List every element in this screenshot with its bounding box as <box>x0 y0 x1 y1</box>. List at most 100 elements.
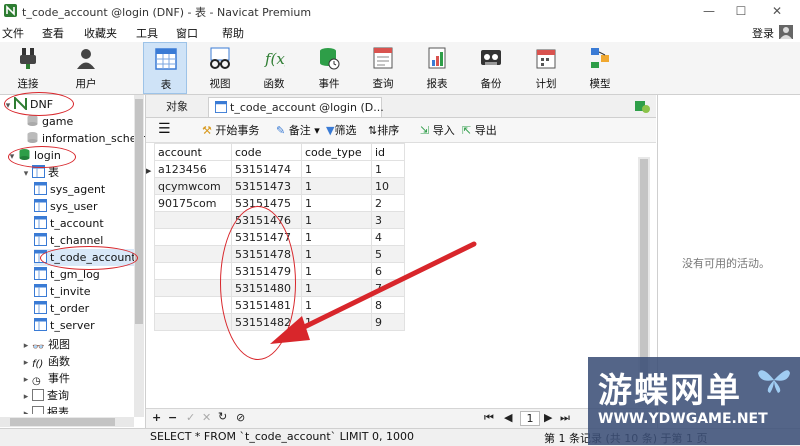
refresh-icon[interactable]: ↻ <box>218 410 227 423</box>
connect-button[interactable]: 连接 <box>6 42 50 94</box>
menu-hamburger-icon[interactable]: ☰ <box>158 121 171 137</box>
table-button[interactable]: 表 <box>143 42 187 94</box>
cell-account[interactable] <box>154 211 232 229</box>
cell-account[interactable] <box>154 313 232 331</box>
transaction-icon: ⚒ <box>202 124 212 137</box>
event-label: 事件 <box>318 78 340 90</box>
column-header-id[interactable]: id <box>371 143 405 161</box>
report-icon <box>428 47 446 69</box>
export-button[interactable]: ⇱ 导出 <box>462 122 497 138</box>
tree-group-views[interactable]: ▸ 👓 视图 <box>20 336 70 353</box>
collapse-icon[interactable]: ▾ <box>20 166 32 183</box>
begin-transaction-button[interactable]: ⚒ 开始事务 <box>202 122 259 138</box>
cell-account[interactable]: qcymwcom <box>154 177 232 195</box>
user-button[interactable]: 用户 <box>64 42 108 94</box>
tab-t-code-account[interactable]: t_code_account @login (D... <box>208 97 384 117</box>
cell-code-type[interactable]: 1 <box>301 211 372 229</box>
tree-group-reports[interactable]: ▸ 报表 <box>20 404 69 414</box>
tree-db-information-schema[interactable]: information_schema <box>14 130 145 147</box>
import-button[interactable]: ⇲ 导入 <box>420 122 455 138</box>
discard-icon[interactable]: ✕ <box>202 411 211 424</box>
tree-table-t-account[interactable]: t_account <box>34 215 104 232</box>
column-header-code-type[interactable]: code_type <box>301 143 372 161</box>
close-button[interactable]: ✕ <box>764 2 790 20</box>
login-link[interactable]: 登录 <box>752 25 774 41</box>
cell-code[interactable]: 53151474 <box>231 160 302 178</box>
stop-icon[interactable]: ⊘ <box>236 411 245 424</box>
tab-objects[interactable]: 对象 <box>160 97 194 116</box>
memo-button[interactable]: ✎ 备注 ▾ <box>276 122 320 138</box>
cell-id[interactable]: 10 <box>371 177 405 195</box>
tree-table-t-invite[interactable]: t_invite <box>34 283 91 300</box>
column-header-code[interactable]: code <box>231 143 302 161</box>
user-avatar-icon[interactable] <box>779 25 793 39</box>
add-record-icon[interactable]: + <box>152 411 161 424</box>
column-header-account[interactable]: account <box>154 143 232 161</box>
report-button[interactable]: 报表 <box>415 42 459 94</box>
butterfly-icon <box>758 370 790 393</box>
group-label: 函数 <box>48 355 70 368</box>
table-row[interactable]: a123456 53151474 1 1 <box>154 160 405 178</box>
table-icon <box>34 233 47 246</box>
table-icon <box>34 182 47 195</box>
cell-account[interactable]: a123456 <box>154 160 232 178</box>
cell-account[interactable] <box>154 245 232 263</box>
tree-table-sys-agent[interactable]: sys_agent <box>34 181 105 198</box>
cell-account[interactable]: 90175com <box>154 194 232 212</box>
tree-horizontal-scrollbar[interactable] <box>0 417 134 427</box>
cell-code-type[interactable]: 1 <box>301 177 372 195</box>
tree-group-events[interactable]: ▸ ◷ 事件 <box>20 370 70 387</box>
tree-table-sys-user[interactable]: sys_user <box>34 198 97 215</box>
watermark-logo: 游蝶网单 WWW.YDWGAME.NET <box>588 357 800 445</box>
apply-icon[interactable]: ✓ <box>186 411 195 424</box>
tree-group-functions[interactable]: ▸ f() 函数 <box>20 353 70 370</box>
menu-favorites[interactable]: 收藏夹 <box>84 25 117 41</box>
backup-button[interactable]: 备份 <box>469 42 513 94</box>
page-number-input[interactable]: 1 <box>520 411 540 426</box>
expand-icon[interactable]: ▸ <box>20 406 32 414</box>
filter-button[interactable]: ▼筛选 <box>326 122 356 138</box>
schedule-button[interactable]: 计划 <box>524 42 568 94</box>
cell-code[interactable]: 53151473 <box>231 177 302 195</box>
menu-tools[interactable]: 工具 <box>136 25 158 41</box>
event-button[interactable]: 事件 <box>307 42 351 94</box>
button-label: 排序 <box>377 124 400 137</box>
cell-id[interactable]: 1 <box>371 160 405 178</box>
function-button[interactable]: f(x) 函数 <box>252 42 296 94</box>
cell-account[interactable] <box>154 228 232 246</box>
table-row[interactable]: qcymwcom 53151473 1 10 <box>154 177 405 195</box>
last-page-icon[interactable]: ⏭ <box>560 411 570 425</box>
connect-icon <box>20 48 36 69</box>
menu-window[interactable]: 窗口 <box>176 25 198 41</box>
cell-id[interactable]: 2 <box>371 194 405 212</box>
cell-code-type[interactable]: 1 <box>301 194 372 212</box>
maximize-button[interactable]: ☐ <box>728 2 754 20</box>
tree-table-t-server[interactable]: t_server <box>34 317 95 334</box>
tree-table-t-order[interactable]: t_order <box>34 300 89 317</box>
table-icon <box>34 318 47 331</box>
annotation-circle-login <box>8 146 76 168</box>
menu-view[interactable]: 查看 <box>42 25 64 41</box>
cell-id[interactable]: 3 <box>371 211 405 229</box>
table-row[interactable]: 90175com 53151475 1 2 <box>154 194 405 212</box>
sort-button[interactable]: ⇅排序 <box>368 122 399 138</box>
scroll-thumb[interactable] <box>135 99 143 324</box>
query-button[interactable]: 查询 <box>361 42 405 94</box>
minimize-button[interactable]: — <box>696 2 722 20</box>
cell-code-type[interactable]: 1 <box>301 160 372 178</box>
menu-file[interactable]: 文件 <box>2 25 24 41</box>
scroll-thumb[interactable] <box>10 418 115 426</box>
function-icon: f() <box>32 359 44 370</box>
menu-help[interactable]: 帮助 <box>222 25 244 41</box>
info-pane-toggle-icon[interactable] <box>634 98 650 114</box>
model-button[interactable]: 模型 <box>578 42 622 94</box>
next-page-icon[interactable]: ▶ <box>544 411 552 424</box>
tree-group-queries[interactable]: ▸ 查询 <box>20 387 69 404</box>
database-icon <box>27 132 38 143</box>
delete-record-icon[interactable]: − <box>168 411 177 424</box>
first-page-icon[interactable]: ⏮ <box>484 411 494 425</box>
table-icon <box>155 48 177 70</box>
prev-page-icon[interactable]: ◀ <box>504 411 512 424</box>
group-label: 报表 <box>47 406 69 414</box>
view-button[interactable]: 视图 <box>198 42 242 94</box>
